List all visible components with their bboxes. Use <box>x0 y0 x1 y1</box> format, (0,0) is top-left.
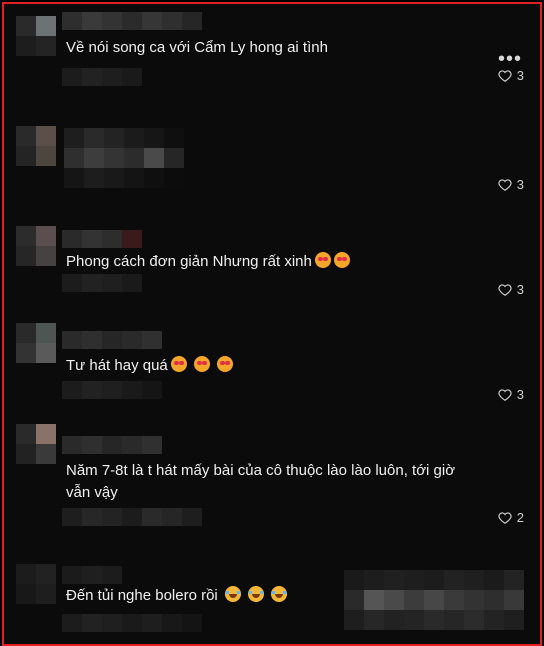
avatar[interactable] <box>16 564 56 604</box>
comment-meta-blurred <box>62 614 202 632</box>
avatar[interactable] <box>16 226 56 266</box>
heart-eyes-emoji <box>217 356 234 372</box>
like-count: 2 <box>516 510 524 525</box>
heart-outline-icon <box>498 388 512 401</box>
avatar[interactable] <box>16 323 56 363</box>
tears-of-joy-emoji <box>224 586 241 602</box>
comments-panel: Về nói song ca với Cẩm Ly hong ai tình •… <box>2 2 542 646</box>
comment-text-blurred <box>64 128 184 188</box>
avatar[interactable] <box>16 126 56 166</box>
like-button[interactable]: 3 <box>498 68 524 83</box>
heart-eyes-emoji <box>314 252 331 268</box>
like-count: 3 <box>516 282 524 297</box>
like-count: 3 <box>516 177 524 192</box>
comment-text: Năm 7-8t là t hát mấy bài của cô thuộc l… <box>66 462 456 501</box>
comment-meta-blurred <box>62 508 202 526</box>
heart-outline-icon <box>498 511 512 524</box>
username-blurred[interactable] <box>62 436 162 454</box>
comment-meta-blurred <box>62 274 142 292</box>
like-count: 3 <box>516 387 524 402</box>
heart-eyes-emoji <box>193 356 210 372</box>
tears-of-joy-emoji <box>248 586 265 602</box>
tears-of-joy-emoji <box>271 586 288 602</box>
comment-text: Về nói song ca với Cẩm Ly hong ai tình <box>66 39 328 56</box>
like-count: 3 <box>516 68 524 83</box>
heart-outline-icon <box>498 178 512 191</box>
heart-outline-icon <box>498 69 512 82</box>
like-button[interactable]: 2 <box>498 510 524 525</box>
username-blurred[interactable] <box>62 566 122 584</box>
username-blurred[interactable] <box>62 331 162 349</box>
username-blurred[interactable] <box>62 230 142 248</box>
like-button[interactable]: 3 <box>498 177 524 192</box>
comment-meta-blurred <box>62 68 142 86</box>
comment-text: Phong cách đơn giản Nhưng rất xinh <box>66 251 480 273</box>
avatar[interactable] <box>16 424 56 464</box>
overlay-blurred <box>344 570 524 630</box>
like-button[interactable]: 3 <box>498 282 524 297</box>
heart-eyes-emoji <box>170 356 187 372</box>
comment-meta-blurred <box>62 381 162 399</box>
comment-text: Tư hát hay quá <box>66 355 480 377</box>
heart-eyes-emoji <box>333 252 350 268</box>
like-button[interactable]: 3 <box>498 387 524 402</box>
heart-outline-icon <box>498 283 512 296</box>
username-blurred[interactable] <box>62 12 202 30</box>
avatar[interactable] <box>16 16 56 56</box>
